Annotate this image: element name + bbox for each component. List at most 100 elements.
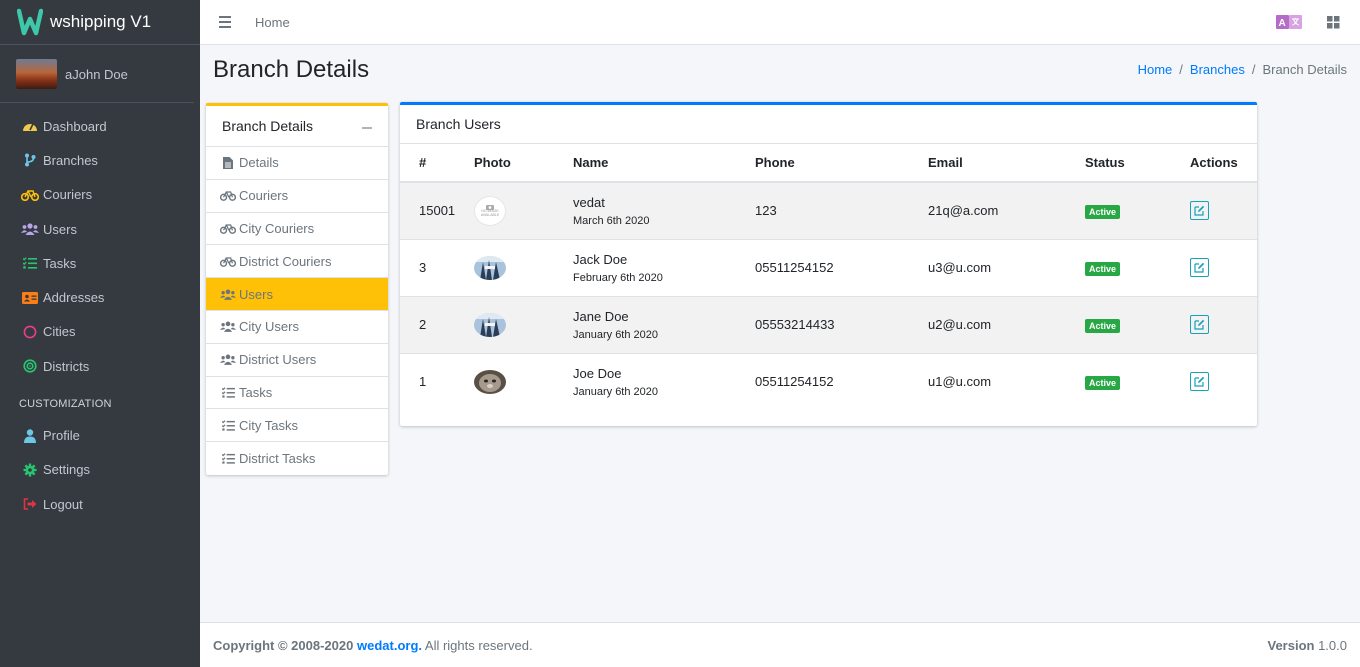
bullseye-icon [21, 358, 39, 374]
column-header-status: Status [1085, 144, 1190, 183]
row-name-cell: vedat March 6th 2020 [573, 181, 755, 239]
animal-photo [474, 369, 506, 394]
sidebar-item-profile[interactable]: Profile [0, 418, 200, 452]
status-badge: Active [1085, 318, 1121, 333]
version-label: Version [1267, 637, 1315, 653]
rights-text: All rights reserved. [424, 637, 533, 653]
table-row: 1 Joe Doe January 6th 2020 05511254152 u… [400, 352, 1257, 410]
sidebar-item-couriers[interactable]: Couriers [0, 178, 200, 212]
sidebar-item-districts[interactable]: Districts [0, 349, 200, 383]
brand-logo-icon [16, 7, 44, 37]
edit-icon [1194, 206, 1205, 216]
sidebar-item-tasks[interactable]: Tasks [0, 246, 200, 280]
branch-link-city-users[interactable]: City Users [206, 311, 388, 344]
branch-link-label: City Tasks [239, 417, 298, 433]
row-name-cell: Joe Doe January 6th 2020 [573, 352, 755, 410]
row-actions-cell [1190, 352, 1257, 410]
sidebar-item-branches[interactable]: Branches [0, 143, 200, 177]
main-footer: Copyright © 2008-2020 wedat.org. All rig… [200, 622, 1360, 667]
row-actions-cell [1190, 295, 1257, 353]
row-phone: 123 [755, 181, 928, 239]
branch-link-label: City Couriers [239, 220, 315, 236]
edit-button[interactable] [1190, 372, 1209, 392]
edit-icon [1194, 377, 1205, 387]
sidebar-item-addresses[interactable]: Addresses [0, 280, 200, 314]
branch-link-label: District Couriers [239, 253, 332, 269]
sidebar-item-label: Districts [43, 358, 90, 374]
navbar-right: A [1276, 14, 1340, 33]
navbar-home-link[interactable]: Home [255, 15, 290, 30]
row-phone: 05511254152 [755, 238, 928, 296]
column-header-phone: Phone [755, 144, 928, 183]
sign-out-icon [21, 496, 39, 512]
hamburger-menu-icon[interactable] [219, 16, 231, 28]
bicycle-icon [220, 189, 236, 202]
branch-link-city-couriers[interactable]: City Couriers [206, 213, 388, 246]
breadcrumb-separator: / [1251, 62, 1256, 77]
branch-link-couriers[interactable]: Couriers [206, 180, 388, 213]
sidebar-item-users[interactable]: Users [0, 212, 200, 246]
row-email: u3@u.com [928, 238, 1085, 296]
user-name: aJohn Doe [65, 66, 128, 82]
sidebar-item-label: Users [43, 221, 77, 237]
row-name: Joe Doe [573, 365, 622, 381]
table-row: 2 Jane Doe January 6th 2020 05553214433 … [400, 295, 1257, 353]
branch-link-district-users[interactable]: District Users [206, 344, 388, 377]
language-icon[interactable]: A [1276, 14, 1302, 33]
edit-icon [1194, 319, 1205, 330]
column-header-number: # [400, 144, 474, 183]
users-icon [220, 353, 236, 366]
edit-button[interactable] [1190, 201, 1209, 221]
user-panel[interactable]: aJohn Doe [0, 45, 194, 103]
row-phone: 05553214433 [755, 295, 928, 353]
tasks-icon [21, 255, 39, 271]
sidebar-item-label: Dashboard [43, 118, 107, 134]
breadcrumb-home-link[interactable]: Home [1138, 62, 1173, 77]
row-email: u1@u.com [928, 352, 1085, 410]
branch-link-tasks[interactable]: Tasks [206, 377, 388, 410]
branch-link-label: Couriers [239, 188, 289, 204]
row-id: 1 [400, 352, 474, 410]
table-row: 3 Jack Doe February 6th 2020 05511254152… [400, 238, 1257, 296]
edit-button[interactable] [1190, 258, 1209, 277]
row-name: Jack Doe [573, 251, 628, 267]
branch-link-users[interactable]: Users [206, 278, 388, 311]
branch-link-city-tasks[interactable]: City Tasks [206, 409, 388, 443]
sidebar-item-dashboard[interactable]: Dashboard [0, 109, 200, 143]
row-photo-cell [474, 352, 573, 410]
brand-link[interactable]: wshipping V1 [0, 0, 200, 45]
column-header-name: Name [573, 144, 755, 183]
row-date: January 6th 2020 [573, 328, 659, 341]
column-header-email: Email [928, 144, 1085, 183]
row-status-cell: Active [1085, 181, 1190, 239]
branch-details-card-title: Branch Details [222, 118, 314, 134]
branch-link-district-tasks[interactable]: District Tasks [206, 442, 388, 475]
avatar [16, 59, 57, 89]
collapse-minus-icon[interactable] [362, 127, 372, 129]
sidebar-item-cities[interactable]: Cities [0, 315, 200, 349]
row-phone: 05511254152 [755, 352, 928, 410]
branch-users-table: # Photo Name Phone Email Status Actions … [400, 144, 1257, 410]
edit-button[interactable] [1190, 315, 1209, 334]
sidebar-item-label: Settings [43, 462, 90, 478]
file-icon [220, 156, 236, 169]
main-sidebar: wshipping V1 aJohn Doe Dashboard Branche… [0, 0, 200, 667]
sidebar-item-label: Addresses [43, 290, 105, 306]
row-name-cell: Jane Doe January 6th 2020 [573, 295, 755, 353]
sidebar-item-settings[interactable]: Settings [0, 453, 200, 487]
branch-link-label: City Users [239, 319, 299, 335]
sidebar-item-logout[interactable]: Logout [0, 487, 200, 521]
branch-link-district-couriers[interactable]: District Couriers [206, 245, 388, 279]
page-title: Branch Details [213, 56, 370, 83]
branch-link-details[interactable]: Details [206, 147, 388, 180]
branch-users-card-title: Branch Users [400, 105, 1257, 144]
row-id: 2 [400, 295, 474, 353]
footer-version: Version 1.0.0 [1267, 638, 1347, 653]
breadcrumb-branches-link[interactable]: Branches [1190, 62, 1245, 77]
breadcrumb-separator: / [1179, 62, 1183, 77]
row-name: vedat [573, 194, 605, 210]
address-card-icon [21, 290, 39, 306]
table-header-row: # Photo Name Phone Email Status Actions [400, 144, 1257, 183]
footer-site-link[interactable]: wedat.org. [357, 638, 422, 653]
grid-apps-icon[interactable] [1327, 15, 1340, 32]
